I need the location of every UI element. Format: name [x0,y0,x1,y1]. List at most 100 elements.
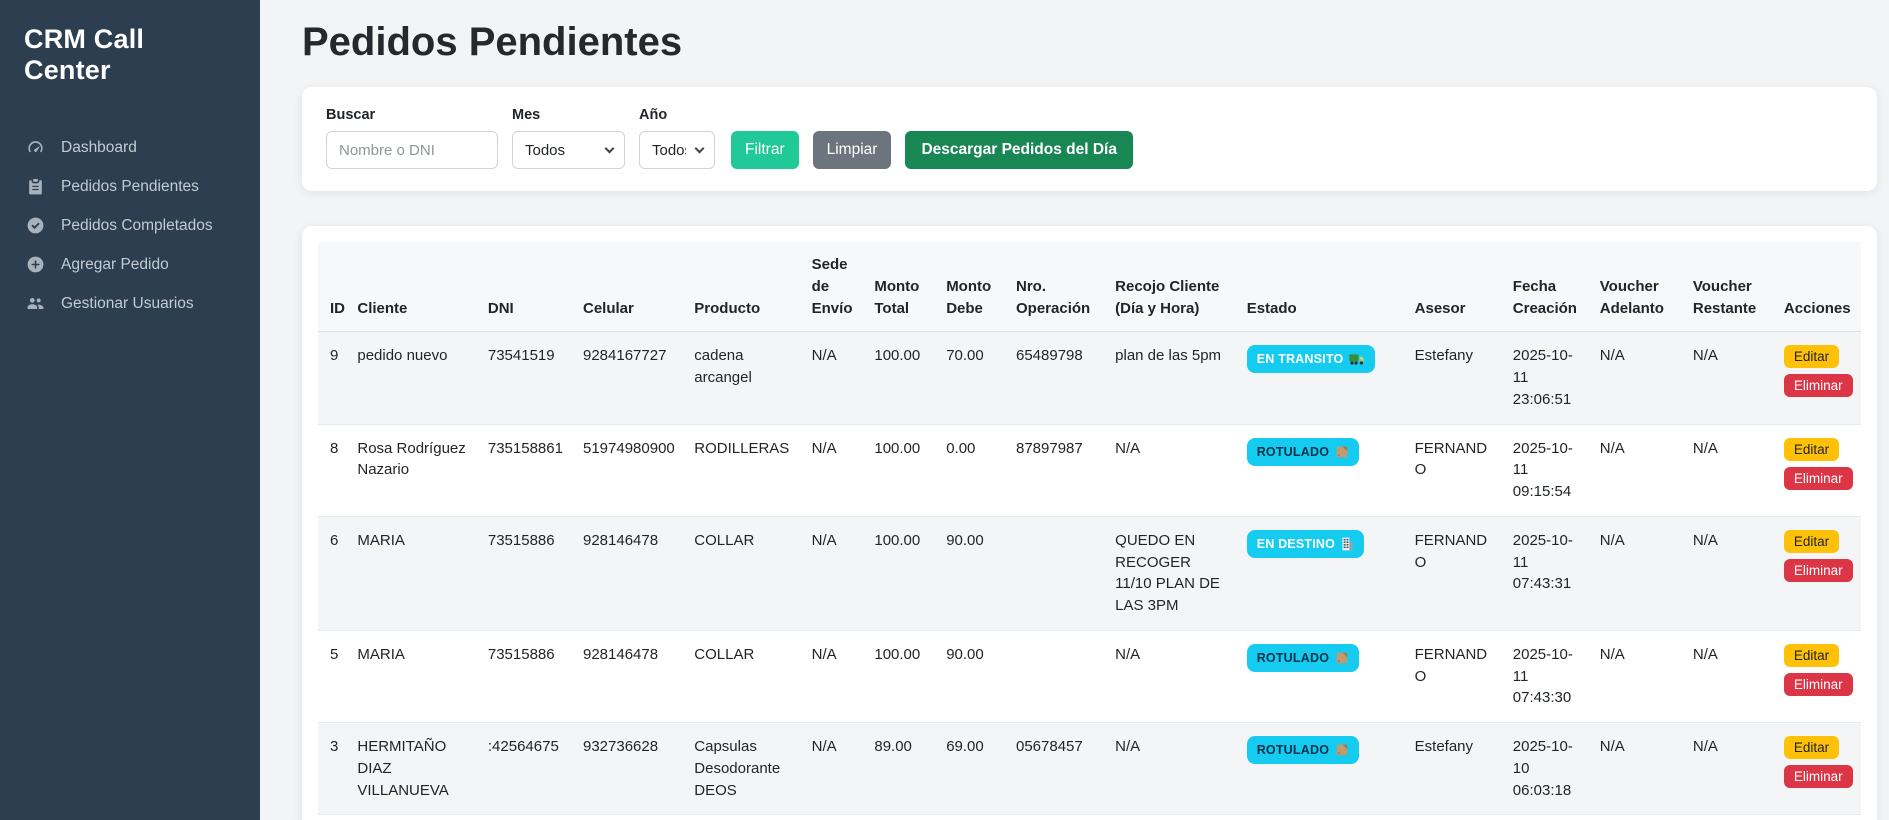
column-header: Recojo Cliente (Día y Hora) [1107,242,1239,332]
clear-button[interactable]: Limpiar [813,131,892,169]
package-icon [1335,651,1349,665]
column-header: Cliente [349,242,480,332]
status-label: EN DESTINO [1257,535,1335,553]
cell-asesor: Estefany [1407,723,1505,815]
gauge-icon [26,138,45,157]
search-group: Buscar [326,107,498,169]
package-icon [1335,743,1349,757]
cell-monto-debe: 0.00 [938,424,1008,516]
cell-acciones: Editar Eliminar [1776,723,1861,815]
sidebar: CRM Call Center DashboardPedidos Pendien… [0,0,260,820]
cell-sede-envio: N/A [804,630,867,722]
sidebar-item-dashboard[interactable]: Dashboard [0,128,260,167]
table-body: 9 pedido nuevo 73541519 9284167727 caden… [318,332,1861,815]
cell-producto: COLLAR [686,630,803,722]
cell-sede-envio: N/A [804,516,867,630]
cell-producto: RODILLERAS [686,424,803,516]
edit-button[interactable]: Editar [1784,345,1839,368]
cell-monto-total: 100.00 [866,630,938,722]
edit-button[interactable]: Editar [1784,438,1839,461]
edit-button[interactable]: Editar [1784,736,1839,759]
check-circle-icon [26,216,45,235]
truck-icon [1349,352,1365,366]
cell-dni: 735158861 [480,424,575,516]
year-select[interactable]: Todos [639,131,715,169]
column-header: Monto Total [866,242,938,332]
column-header: Producto [686,242,803,332]
cell-id: 8 [318,424,349,516]
cell-recojo-cliente: plan de las 5pm [1107,332,1239,424]
cell-cliente: HERMITAÑO DIAZ VILLANUEVA [349,723,480,815]
edit-button[interactable]: Editar [1784,644,1839,667]
sidebar-item-label: Dashboard [61,139,137,157]
table-row: 3 HERMITAÑO DIAZ VILLANUEVA :42564675 93… [318,723,1861,815]
cell-voucher-restante: N/A [1685,723,1776,815]
cell-fecha-creacion: 2025-10-10 06:03:18 [1505,723,1592,815]
sidebar-item-pedidos-completados[interactable]: Pedidos Completados [0,206,260,245]
cell-cliente: MARIA [349,630,480,722]
page-title: Pedidos Pendientes [302,20,1877,65]
cell-sede-envio: N/A [804,723,867,815]
cell-recojo-cliente: N/A [1107,723,1239,815]
cell-dni: 73541519 [480,332,575,424]
status-badge: ROTULADO [1247,438,1359,466]
cell-estado: ROTULADO [1239,424,1407,516]
download-day-orders-button[interactable]: Descargar Pedidos del Día [905,131,1133,169]
cell-recojo-cliente: QUEDO EN RECOGER 11/10 PLAN DE LAS 3PM [1107,516,1239,630]
building-icon [1341,537,1354,551]
table-row: 9 pedido nuevo 73541519 9284167727 caden… [318,332,1861,424]
cell-fecha-creacion: 2025-10-11 07:43:30 [1505,630,1592,722]
cell-dni: :42564675 [480,723,575,815]
delete-button[interactable]: Eliminar [1784,467,1853,490]
cell-acciones: Editar Eliminar [1776,332,1861,424]
main-content: Pedidos Pendientes Buscar Mes Todos Año … [260,0,1889,820]
cell-celular: 932736628 [575,723,686,815]
app-root: CRM Call Center DashboardPedidos Pendien… [0,0,1889,820]
cell-estado: ROTULADO [1239,630,1407,722]
cell-celular: 9284167727 [575,332,686,424]
cell-asesor: Estefany [1407,332,1505,424]
filter-button[interactable]: Filtrar [731,131,799,169]
delete-button[interactable]: Eliminar [1784,673,1853,696]
delete-button[interactable]: Eliminar [1784,765,1853,788]
cell-voucher-restante: N/A [1685,516,1776,630]
cell-estado: EN TRANSITO [1239,332,1407,424]
search-input[interactable] [326,131,498,169]
cell-cliente: MARIA [349,516,480,630]
sidebar-item-gestionar-usuarios[interactable]: Gestionar Usuarios [0,284,260,323]
edit-button[interactable]: Editar [1784,530,1839,553]
cell-monto-total: 89.00 [866,723,938,815]
cell-producto: cadena arcangel [686,332,803,424]
delete-button[interactable]: Eliminar [1784,374,1853,397]
cell-sede-envio: N/A [804,332,867,424]
cell-estado: EN DESTINO [1239,516,1407,630]
sidebar-item-label: Pedidos Pendientes [61,178,199,196]
column-header: Acciones [1776,242,1861,332]
sidebar-item-pedidos-pendientes[interactable]: Pedidos Pendientes [0,167,260,206]
month-select-wrap: Todos [512,131,625,169]
delete-button[interactable]: Eliminar [1784,559,1853,582]
cell-recojo-cliente: N/A [1107,630,1239,722]
cell-voucher-adelanto: N/A [1592,424,1685,516]
cell-producto: Capsulas Desodorante DEOS [686,723,803,815]
search-label: Buscar [326,107,498,123]
month-select[interactable]: Todos [512,131,625,169]
status-badge: EN TRANSITO [1247,345,1376,373]
cell-voucher-adelanto: N/A [1592,723,1685,815]
clipboard-icon [26,177,45,196]
cell-id: 3 [318,723,349,815]
plus-circle-icon [26,255,45,274]
cell-asesor: FERNANDO [1407,630,1505,722]
sidebar-item-agregar-pedido[interactable]: Agregar Pedido [0,245,260,284]
cell-cliente: Rosa Rodríguez Nazario [349,424,480,516]
cell-fecha-creacion: 2025-10-11 23:06:51 [1505,332,1592,424]
cell-monto-total: 100.00 [866,332,938,424]
cell-acciones: Editar Eliminar [1776,630,1861,722]
status-badge: EN DESTINO [1247,530,1364,558]
cell-celular: 928146478 [575,630,686,722]
cell-monto-debe: 90.00 [938,516,1008,630]
status-badge: ROTULADO [1247,736,1359,764]
orders-table: IDClienteDNICelularProductoSede de Envío… [318,242,1861,815]
cell-voucher-adelanto: N/A [1592,516,1685,630]
users-icon [26,294,45,313]
